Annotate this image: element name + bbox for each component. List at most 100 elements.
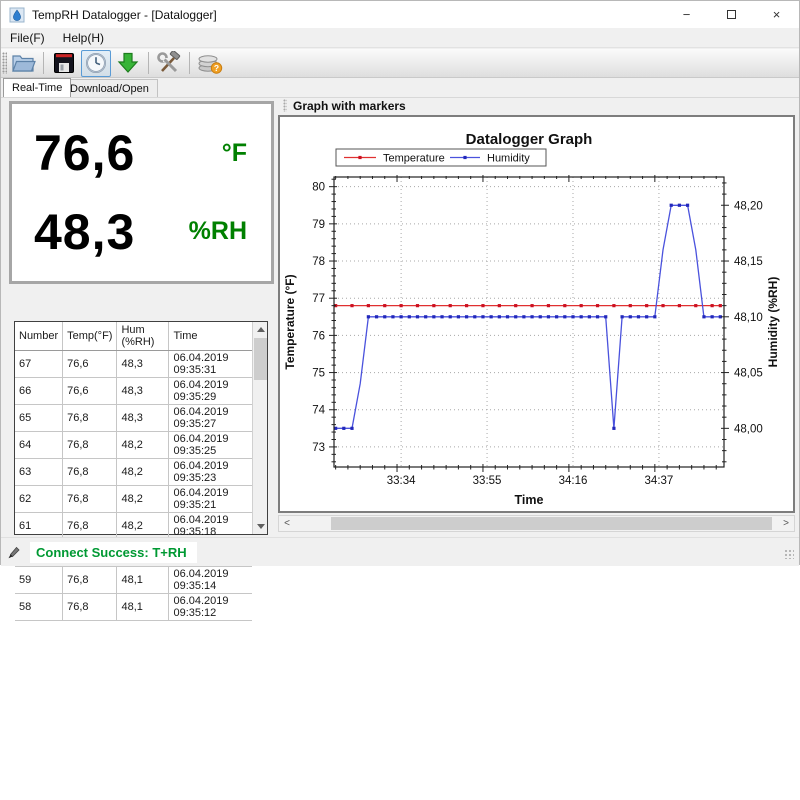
table-cell: 65: [15, 405, 63, 432]
down-arrow-icon: [257, 524, 265, 529]
table-cell: 61: [15, 513, 63, 540]
table-row[interactable]: 6376,848,206.04.2019 09:35:23: [15, 459, 252, 486]
scroll-up-button[interactable]: [253, 322, 268, 337]
svg-text:Humidity (%RH): Humidity (%RH): [766, 277, 780, 368]
temperature-value: 76,6: [34, 124, 135, 182]
open-file-button[interactable]: [8, 50, 38, 77]
col-header-hum[interactable]: Hum (%RH): [117, 322, 169, 351]
table-row[interactable]: 6476,848,206.04.2019 09:35:25: [15, 432, 252, 459]
window-title: TempRH Datalogger - [Datalogger]: [32, 8, 217, 22]
table-cell: 58: [15, 594, 63, 621]
table-cell: 48,1: [117, 567, 169, 594]
svg-text:74: 74: [312, 405, 325, 417]
temperature-row: 76,6 °F: [34, 124, 247, 182]
graph-panel-grip[interactable]: [283, 99, 287, 112]
scroll-right-button[interactable]: >: [778, 516, 794, 531]
table-cell: 76,8: [63, 594, 117, 621]
app-icon: [9, 7, 25, 23]
svg-text:Temperature: Temperature: [383, 153, 445, 165]
toolbar-separator: [189, 52, 190, 74]
table-cell: 06.04.2019 09:35:23: [169, 459, 252, 486]
maximize-button[interactable]: [709, 1, 754, 28]
pen-icon: [6, 545, 21, 560]
status-chip: Connect Success: T+RH: [6, 542, 197, 563]
minimize-button[interactable]: −: [664, 1, 709, 28]
table-cell: 48,1: [117, 594, 169, 621]
svg-text:77: 77: [312, 293, 325, 305]
table-cell: 48,2: [117, 459, 169, 486]
green-down-arrow-icon: [116, 51, 140, 75]
table-row[interactable]: 5976,848,106.04.2019 09:35:14: [15, 567, 252, 594]
table-cell: 06.04.2019 09:35:27: [169, 405, 252, 432]
toolbar: ?: [1, 49, 799, 78]
database-help-button[interactable]: ?: [195, 50, 225, 77]
logger-time-button[interactable]: [81, 50, 111, 77]
svg-text:34:16: 34:16: [559, 475, 588, 487]
table-cell: 48,2: [117, 486, 169, 513]
scrollbar-thumb[interactable]: [254, 338, 267, 380]
col-header-temp[interactable]: Temp(°F): [63, 322, 117, 351]
table-cell: 76,8: [63, 432, 117, 459]
table-cell: 66: [15, 378, 63, 405]
hscrollbar-thumb[interactable]: [331, 517, 772, 530]
app-window: TempRH Datalogger - [Datalogger] − × Fil…: [0, 0, 800, 565]
close-button[interactable]: ×: [754, 1, 799, 28]
svg-text:76: 76: [312, 330, 325, 342]
table-row[interactable]: 6276,848,206.04.2019 09:35:21: [15, 486, 252, 513]
svg-text:Temperature (°F): Temperature (°F): [283, 274, 297, 369]
table-cell: 48,3: [117, 378, 169, 405]
humidity-value: 48,3: [34, 203, 135, 261]
col-header-time[interactable]: Time: [169, 322, 252, 351]
table-cell: 76,8: [63, 405, 117, 432]
scroll-down-button[interactable]: [253, 519, 268, 534]
table-cell: 76,8: [63, 459, 117, 486]
table-row[interactable]: 5876,848,106.04.2019 09:35:12: [15, 594, 252, 621]
open-folder-icon: [10, 51, 36, 75]
scroll-left-button[interactable]: <: [279, 516, 295, 531]
table-cell: 48,2: [117, 513, 169, 540]
graph-horizontal-scrollbar[interactable]: < >: [278, 515, 795, 532]
svg-text:79: 79: [312, 219, 325, 231]
tab-strip: Real-Time Download/Open: [1, 78, 799, 97]
table-row[interactable]: 6576,848,306.04.2019 09:35:27: [15, 405, 252, 432]
table-cell: 64: [15, 432, 63, 459]
toolbar-grip[interactable]: [2, 52, 7, 74]
table-cell: 06.04.2019 09:35:31: [169, 351, 252, 378]
table-cell: 06.04.2019 09:35:14: [169, 567, 252, 594]
realtime-display-panel: 76,6 °F 48,3 %RH: [9, 101, 274, 284]
tab-download-open[interactable]: Download/Open: [61, 79, 158, 97]
save-button[interactable]: [49, 50, 79, 77]
svg-text:73: 73: [312, 442, 325, 454]
tools-icon: [156, 51, 182, 75]
table-cell: 76,6: [63, 378, 117, 405]
table-vertical-scrollbar[interactable]: [252, 322, 267, 534]
tab-real-time[interactable]: Real-Time: [3, 78, 71, 97]
status-message: Connect Success: T+RH: [30, 542, 197, 563]
table-row[interactable]: 6676,648,306.04.2019 09:35:29: [15, 378, 252, 405]
svg-text:Humidity: Humidity: [487, 153, 530, 165]
svg-text:33:34: 33:34: [387, 475, 416, 487]
table-cell: 76,8: [63, 513, 117, 540]
menu-file[interactable]: File(F): [1, 29, 54, 47]
menu-bar: File(F) Help(H): [1, 28, 799, 48]
toolbar-separator: [43, 52, 44, 74]
menu-help[interactable]: Help(H): [54, 29, 113, 47]
table-cell: 48,3: [117, 405, 169, 432]
table-row[interactable]: 6176,848,206.04.2019 09:35:18: [15, 513, 252, 540]
resize-grip[interactable]: [784, 549, 794, 559]
database-question-icon: ?: [196, 51, 224, 75]
table-cell: 76,6: [63, 351, 117, 378]
svg-text:34:37: 34:37: [645, 475, 674, 487]
clock-icon: [84, 51, 108, 75]
graph-panel: 737475767778798048,0048,0548,1048,1548,2…: [278, 115, 795, 513]
col-header-number[interactable]: Number: [15, 322, 63, 351]
table-cell: 76,8: [63, 567, 117, 594]
graph-panel-title: Graph with markers: [293, 99, 406, 113]
table-cell: 06.04.2019 09:35:29: [169, 378, 252, 405]
table-row[interactable]: 6776,648,306.04.2019 09:35:31: [15, 351, 252, 378]
download-button[interactable]: [113, 50, 143, 77]
screen: TempRH Datalogger - [Datalogger] − × Fil…: [0, 0, 800, 800]
svg-text:80: 80: [312, 182, 325, 194]
settings-button[interactable]: [154, 50, 184, 77]
svg-text:Datalogger Graph: Datalogger Graph: [466, 131, 593, 148]
